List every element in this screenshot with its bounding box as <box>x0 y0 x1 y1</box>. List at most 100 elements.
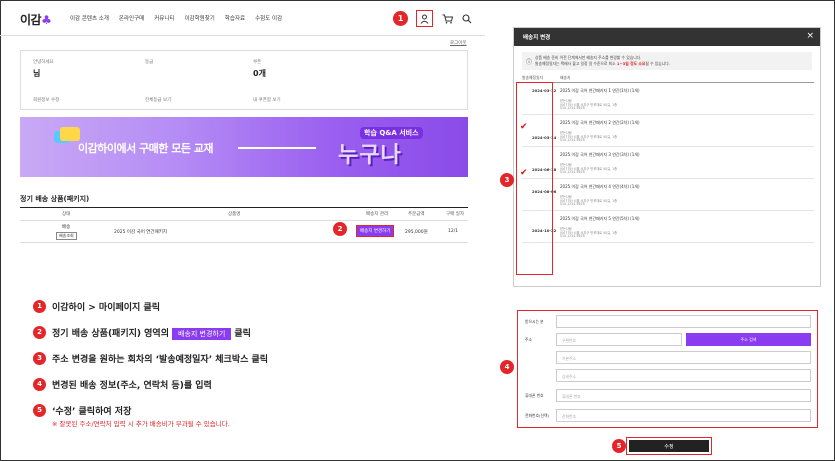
row-product[interactable]: 2025 이감 국어 연간패키지 <box>114 229 167 235</box>
warning-text: ※ 잘못된 주소/연락처 입력 시 추가 배송비가 부과될 수 있습니다. <box>52 420 230 428</box>
banner-divider <box>238 147 316 149</box>
col-date: 구매 일자 <box>446 212 464 217</box>
coupon-box-link[interactable]: 내 쿠폰함 보기 <box>253 97 281 103</box>
mobile-row: 휴대폰 번호 휴대폰 번호 <box>518 387 816 405</box>
list-item[interactable]: 2024-03-14 2025 이감 국어 연간패키지 2 연간(2차) (1개… <box>522 115 814 147</box>
list-item[interactable]: 2024-10-22 2025 이감 국어 연간패키지 5 연간(5차) (1개… <box>522 211 814 243</box>
step-3-number: 3 <box>33 351 46 365</box>
mobile-input[interactable]: 휴대폰 번호 <box>556 389 811 402</box>
phone-input[interactable]: 전화번호 <box>556 409 811 422</box>
site-logo[interactable]: 이감♣ <box>20 11 52 28</box>
step-1-text: 이감하이 > 마이페이지 클릭 <box>52 302 161 313</box>
ship-phone: 010-1234-5678 <box>560 202 585 206</box>
nav-item-academy[interactable]: 이감학원찾기 <box>184 14 214 22</box>
member-info-box: 안녕하세요 님 회원정보 수정 등급 전체등급 보기 쿠폰 0개 내 쿠폰함 보… <box>20 50 468 110</box>
step-5-badge: 5 <box>612 439 626 453</box>
ship-date-highlight <box>516 82 553 275</box>
all-grades-link[interactable]: 전체등급 보기 <box>145 97 171 103</box>
instruction-steps: 1 이감하이 > 마이페이지 클릭 2 정기 배송 상품(패키지) 영역의 배송지… <box>33 293 268 423</box>
col-ship-date: 발송예정일자 <box>522 75 543 80</box>
notice-line-2-pre: 발송예정일자는 택배사 물고 일정 일 수준으로 최소 <box>535 61 616 66</box>
ship-product: 2025 이감 국어 연간패키지 2 연간(2차) (1개) <box>560 120 640 125</box>
step-4-number: 4 <box>33 377 46 391</box>
step-5-number: 5 <box>33 403 46 417</box>
zip-input[interactable]: 우편번호 <box>556 333 682 346</box>
nav-item-materials[interactable]: 학습자료 <box>225 14 245 22</box>
cart-icon[interactable] <box>441 13 453 25</box>
greeting-label: 안녕하세요 <box>33 60 54 65</box>
address1-input[interactable]: 기본주소 <box>556 351 811 364</box>
addr1-row: 기본주소 <box>518 349 816 367</box>
row-status: 배송 <box>62 225 71 230</box>
list-item[interactable]: 2024-03-12 2025 이감 국어 연간패키지 1 연간(1차) (1개… <box>522 83 814 115</box>
step-3-text: 주소 변경을 원하는 회차의 ‘발송예정일자’ 체크박스 클릭 <box>52 354 269 365</box>
shipment-list: 2024-03-12 2025 이감 국어 연간패키지 1 연간(1차) (1개… <box>522 82 814 243</box>
col-status: 상태 <box>62 212 71 217</box>
ship-product: 2025 이감 국어 연간패키지 4 연간(4차) (1개) <box>560 184 640 189</box>
greeting-col: 안녕하세요 님 회원정보 수정 <box>21 51 131 111</box>
col-ship-address: 배송지 <box>560 75 571 80</box>
submit-highlight: 수정 <box>626 437 712 455</box>
table-row: 배송 배송조회 2025 이감 국어 연간패키지 배송지 변경하기 295,00… <box>20 221 468 243</box>
submit-button[interactable]: 수정 <box>629 440 709 452</box>
coupon-label: 쿠폰 <box>253 60 262 65</box>
step-4-badge: 4 <box>500 360 514 374</box>
step-4-text: 변경된 배송 정보(주소, 연락처 등)를 입력 <box>52 380 212 391</box>
table-header: 상태 상품명 배송지 관리 주문금액 구매 일자 <box>20 208 468 221</box>
logo-text: 이감 <box>20 13 42 27</box>
banner-text: 이감하이에서 구매한 모든 교재 <box>78 142 214 155</box>
info-icon: ⓘ <box>526 59 533 66</box>
promo-banner[interactable]: 이감하이에서 구매한 모든 교재 학습 Q&A 서비스 누구나 <box>20 117 468 177</box>
receiver-row: 받으시는 분 <box>518 313 816 331</box>
address-label: 주소 <box>525 337 532 342</box>
addr2-row: 상세주소 <box>518 367 816 385</box>
list-item[interactable]: 2024-08-06 2025 이감 국어 연간패키지 4 연간(4차) (1개… <box>522 179 814 211</box>
search-icon[interactable] <box>461 13 473 25</box>
coupon-count: 0개 <box>253 69 266 78</box>
subscription-title: 정기 배송 상품(패키지) <box>20 195 90 203</box>
site-header: 이감♣ 이감 콘텐츠 소개 온라인구매 커뮤니티 이감학원찾기 학습자료 수험도… <box>0 0 485 36</box>
subscription-table: 상태 상품명 배송지 관리 주문금액 구매 일자 배송 배송조회 2025 이감… <box>20 207 468 243</box>
mypage-screenshot: 이감♣ 이감 콘텐츠 소개 온라인구매 커뮤니티 이감학원찾기 학습자료 수험도… <box>0 0 485 461</box>
nav-item-shop[interactable]: 온라인구매 <box>119 14 144 22</box>
mobile-label: 휴대폰 번호 <box>525 393 544 398</box>
ship-product: 2025 이감 국어 연간패키지 5 연간(5차) (1개) <box>560 216 640 221</box>
step-3-badge: 3 <box>500 173 514 187</box>
change-address-wrap: 배송지 변경하기 <box>356 225 395 237</box>
edit-profile-link[interactable]: 회원정보 수정 <box>33 97 59 103</box>
close-icon[interactable]: × <box>806 31 814 41</box>
change-address-button[interactable]: 배송지 변경하기 <box>356 225 395 237</box>
ship-phone: 010-1234-5678 <box>560 138 585 142</box>
receiver-label: 받으시는 분 <box>525 319 544 324</box>
address2-input[interactable]: 상세주소 <box>556 369 811 382</box>
track-button[interactable]: 배송조회 <box>56 232 77 240</box>
user-icon <box>419 13 431 25</box>
col-price: 주문금액 <box>408 212 425 217</box>
check-icon[interactable]: ✔ <box>520 122 528 132</box>
logout-link[interactable]: 로그아웃 <box>450 40 467 46</box>
nav-item-exam[interactable]: 수험도 이감 <box>255 14 282 22</box>
phone-row: 전화번호(선택) 전화번호 <box>518 407 816 425</box>
chat-bubble-yellow <box>60 127 80 141</box>
mypage-button[interactable] <box>416 10 433 27</box>
step-2-pill: 배송지 변경하기 <box>172 327 232 340</box>
list-item[interactable]: 2024-06-18 2025 이감 국어 연간패키지 3 연간(3차) (1개… <box>522 147 814 179</box>
nav-item-community[interactable]: 커뮤니티 <box>154 14 174 22</box>
main-nav: 이감 콘텐츠 소개 온라인구매 커뮤니티 이감학원찾기 학습자료 수험도 이감 <box>70 14 282 22</box>
address-search-button[interactable]: 주소 검색 <box>686 333 811 346</box>
step-1: 1 이감하이 > 마이페이지 클릭 <box>33 293 268 319</box>
address-change-modal: 배송지 변경 × ⓘ 상품 배송 준비 이전 단계에서만 배송지 주소를 변경할… <box>513 27 821 287</box>
step-4: 4 변경된 배송 정보(주소, 연락처 등)를 입력 <box>33 371 268 397</box>
ship-phone: 010-1234-5678 <box>560 234 585 238</box>
header-icons: 1 <box>393 10 473 27</box>
step-5-text: ‘수정’ 클릭하여 저장 <box>52 406 132 417</box>
receiver-input[interactable] <box>556 315 811 328</box>
step-2-text: 정기 배송 상품(패키지) 영역의 배송지 변경하기 클릭 <box>52 326 251 340</box>
notice-line-2: 발송예정일자는 택배사 물고 일정 일 수준으로 최소 1~3일 정도 소요될 … <box>535 61 670 67</box>
step-2-badge: 2 <box>333 222 347 236</box>
coupon-col: 쿠폰 0개 내 쿠폰함 보기 <box>241 51 351 111</box>
step-2-pre: 정기 배송 상품(패키지) 영역의 <box>52 328 169 339</box>
nav-item-intro[interactable]: 이감 콘텐츠 소개 <box>70 14 109 22</box>
modal-title: 배송지 변경 <box>523 35 551 41</box>
check-icon[interactable]: ✔ <box>520 168 528 178</box>
